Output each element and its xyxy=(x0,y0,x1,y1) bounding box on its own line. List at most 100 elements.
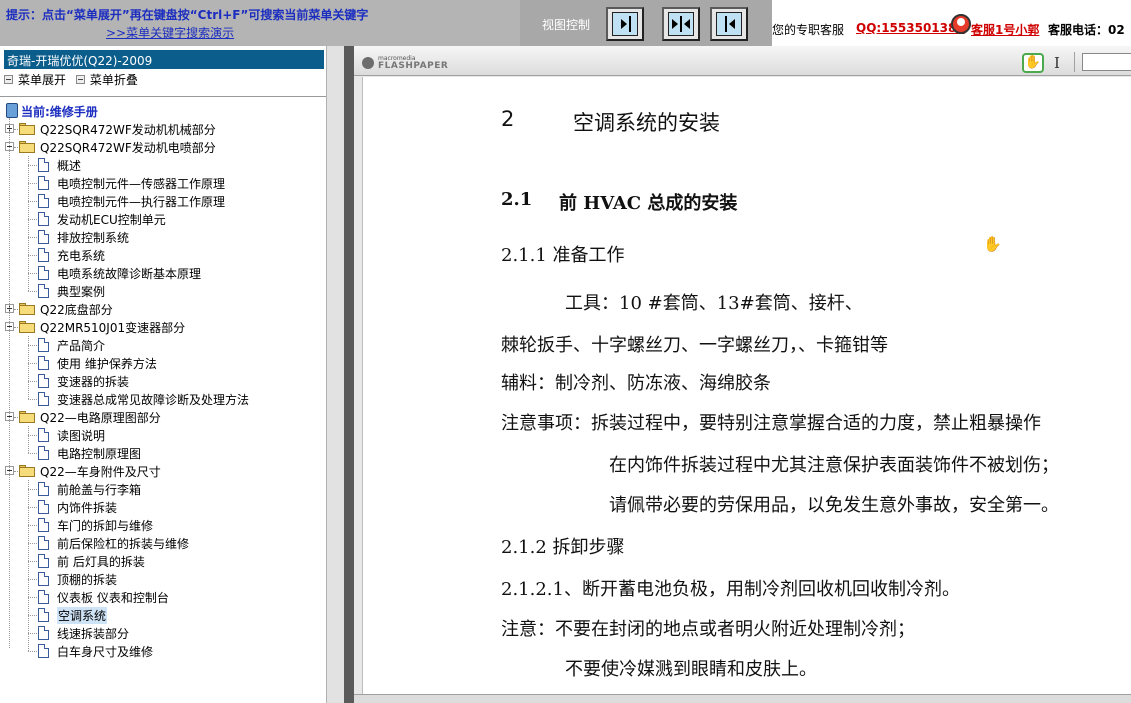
manual-title: 奇瑞-开瑞优优(Q22)-2009 xyxy=(4,50,324,69)
left-separator xyxy=(0,96,326,97)
tree-item-label: 电喷系统故障诊断基本原理 xyxy=(57,267,202,281)
tree-item[interactable]: 产品简介 xyxy=(0,336,320,354)
tree-item-label: 变速器的拆装 xyxy=(57,375,130,389)
document-icon xyxy=(38,212,49,226)
tree-item[interactable]: 电路控制原理图 xyxy=(0,444,320,462)
tree-item-label: 内饰件拆装 xyxy=(57,501,118,515)
hand-tool-icon[interactable]: ✋ xyxy=(1022,53,1044,73)
tree-item[interactable]: 变速器总成常见故障诊断及处理方法 xyxy=(0,390,320,408)
tree-item[interactable]: 顶棚的拆装 xyxy=(0,570,320,588)
tree-item-label: 电喷控制元件—执行器工作原理 xyxy=(57,195,226,209)
document-icon xyxy=(38,284,49,298)
document-icon xyxy=(38,356,49,370)
document-icon xyxy=(38,554,49,568)
tree-item[interactable]: 前 后灯具的拆装 xyxy=(0,552,320,570)
search-demo-link[interactable]: >>菜单关键字搜索演示 xyxy=(106,24,234,41)
tree-item[interactable]: 前后保险杠的拆装与维修 xyxy=(0,534,320,552)
tree-folder[interactable]: Q22SQR472WF发动机机械部分 xyxy=(0,120,320,138)
toolbar-separator xyxy=(1074,52,1075,72)
tree-item[interactable]: 发动机ECU控制单元 xyxy=(0,210,320,228)
tree-item[interactable]: 空调系统 xyxy=(0,606,320,624)
document-icon xyxy=(38,572,49,586)
document-icon xyxy=(38,176,49,190)
tree-folder[interactable]: Q22—车身附件及尺寸 xyxy=(0,462,320,480)
fit-left-button[interactable] xyxy=(710,7,748,41)
page-line: 注意：不要在封闭的地点或者明火附近处理制冷剂； xyxy=(501,619,915,640)
service-area: 您的专职客服 QQ:1553501388 客服1号小郭 客服电话：02 xyxy=(772,0,1131,46)
left-scroll-gutter xyxy=(326,46,344,703)
tree-root-guide-line xyxy=(9,118,10,648)
menu-collapse-button[interactable]: 菜单折叠 xyxy=(75,71,138,88)
tree-item-label: 前后保险杠的拆装与维修 xyxy=(57,537,190,551)
subsection-number: 2.1 xyxy=(501,189,533,210)
tree-item[interactable]: 电喷控制元件—执行器工作原理 xyxy=(0,192,320,210)
folder-label: Q22MR510J01变速器部分 xyxy=(40,321,186,335)
tree-item-label: 概述 xyxy=(57,159,82,173)
tree-folder[interactable]: Q22MR510J01变速器部分 xyxy=(0,318,320,336)
current-root-label: 当前:维修手册 xyxy=(21,105,98,119)
document-icon xyxy=(38,590,49,604)
tree-item-label: 充电系统 xyxy=(57,249,106,263)
document-icon xyxy=(38,194,49,208)
tree-item[interactable]: 车门的拆卸与维修 xyxy=(0,516,320,534)
service-qq-link[interactable]: QQ:1553501388 xyxy=(856,21,965,35)
horizontal-scrollbar[interactable] xyxy=(354,694,1131,703)
fit-left-icon xyxy=(716,12,742,36)
page-line: 注意事项：拆装过程中，要特别注意掌握合适的力度，禁止粗暴操作 xyxy=(501,413,1041,434)
tree-item[interactable]: 线速拆装部分 xyxy=(0,624,320,642)
tree-item[interactable]: 电喷系统故障诊断基本原理 xyxy=(0,264,320,282)
tree-item[interactable]: 前舱盖与行李箱 xyxy=(0,480,320,498)
fit-right-button[interactable] xyxy=(606,7,644,41)
tree-item[interactable]: 典型案例 xyxy=(0,282,320,300)
tree-item[interactable]: 排放控制系统 xyxy=(0,228,320,246)
document-icon xyxy=(38,536,49,550)
tree-folder[interactable]: Q22—电路原理图部分 xyxy=(0,408,320,426)
document-icon xyxy=(38,248,49,262)
qq-icon[interactable] xyxy=(951,14,971,34)
tree-item[interactable]: 概述 xyxy=(0,156,320,174)
tree-item[interactable]: 白车身尺寸及维修 xyxy=(0,642,320,660)
tree-item-label: 前舱盖与行李箱 xyxy=(57,483,142,497)
tree-item-label: 仪表板 仪表和控制台 xyxy=(57,591,169,605)
menu-expand-button[interactable]: 菜单展开 xyxy=(4,71,66,88)
document-icon xyxy=(38,158,49,172)
tree-item-label: 读图说明 xyxy=(57,429,106,443)
tree-item-label: 变速器总成常见故障诊断及处理方法 xyxy=(57,393,250,407)
flashpaper-logo: macromedia FLASHPAPER xyxy=(362,55,452,71)
tree-item-label-selected: 空调系统 xyxy=(57,607,108,624)
text-select-icon[interactable]: I xyxy=(1054,54,1066,72)
panel-divider[interactable] xyxy=(344,46,354,703)
tree-item-label: 电路控制原理图 xyxy=(57,447,142,461)
service-name-link[interactable]: 客服1号小郭 xyxy=(971,21,1039,38)
tree-item[interactable]: 变速器的拆装 xyxy=(0,372,320,390)
tree-guide-line xyxy=(28,480,29,651)
tree-item-label: 典型案例 xyxy=(57,285,106,299)
view-control: 视图控制 xyxy=(520,0,772,46)
folder-label: Q22SQR472WF发动机电喷部分 xyxy=(40,141,216,155)
tree-item-label: 顶棚的拆装 xyxy=(57,573,118,587)
menu-expand-label: 菜单展开 xyxy=(18,73,67,87)
tree-folder[interactable]: Q22SQR472WF发动机电喷部分 xyxy=(0,138,320,156)
tree-folder[interactable]: Q22底盘部分 xyxy=(0,300,320,318)
document-page: 2 空调系统的安装 2.1 前 HVAC 总成的安装 2.1.1 准备工作 工具… xyxy=(362,77,1131,697)
tree-item[interactable]: 电喷控制元件—传感器工作原理 xyxy=(0,174,320,192)
fit-both-button[interactable] xyxy=(662,7,700,41)
folder-icon xyxy=(19,321,35,333)
document-icon xyxy=(38,626,49,640)
service-text: 您的专职客服 xyxy=(772,23,845,37)
tree-item-label: 线速拆装部分 xyxy=(57,627,130,641)
menu-controls: 菜单展开 菜单折叠 xyxy=(4,71,144,88)
subsection-title: 前 HVAC 总成的安装 xyxy=(559,193,738,214)
tree-item[interactable]: 使用 维护保养方法 xyxy=(0,354,320,372)
tree-item[interactable]: 内饰件拆装 xyxy=(0,498,320,516)
page-number-input[interactable] xyxy=(1082,53,1131,71)
folder-label: Q22SQR472WF发动机机械部分 xyxy=(40,123,216,137)
tree-item-label: 发动机ECU控制单元 xyxy=(57,213,166,227)
tree-item[interactable]: 仪表板 仪表和控制台 xyxy=(0,588,320,606)
folder-icon xyxy=(19,465,35,477)
document-icon xyxy=(38,266,49,280)
top-bar: 提示：点击“菜单展开”再在键盘按“Ctrl+F”可搜索当前菜单关键字 >>菜单关… xyxy=(0,0,1131,46)
page-line: 在内饰件拆装过程中尤其注意保护表面装饰件不被划伤； xyxy=(609,455,1059,476)
tree-item[interactable]: 充电系统 xyxy=(0,246,320,264)
tree-item[interactable]: 读图说明 xyxy=(0,426,320,444)
